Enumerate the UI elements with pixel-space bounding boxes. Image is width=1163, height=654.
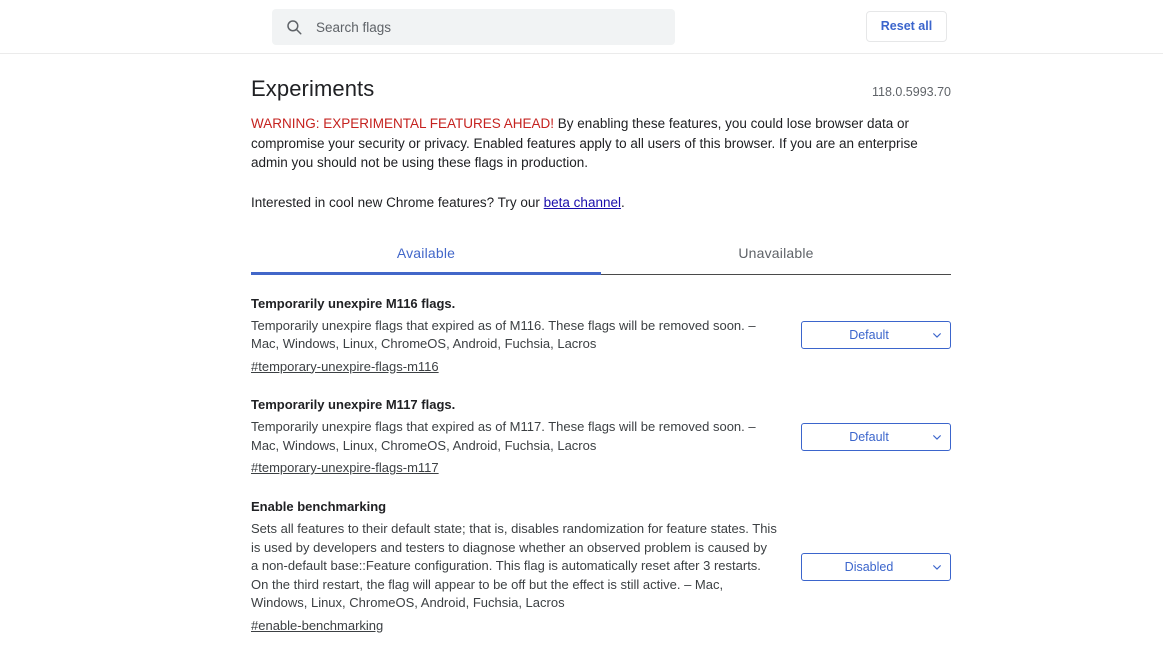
search-icon: [284, 17, 304, 37]
experimental-warning: WARNING: EXPERIMENTAL FEATURES AHEAD! By…: [251, 114, 951, 173]
search-field-container[interactable]: [272, 9, 675, 45]
flag-row: Temporarily unexpire M116 flags. Tempora…: [251, 275, 951, 377]
flag-permalink[interactable]: #enable-benchmarking: [251, 617, 383, 636]
flag-control: DefaultEnabledDisabled: [801, 552, 951, 581]
beta-suffix: .: [620, 194, 625, 210]
flag-select-wrapper[interactable]: DefaultEnabledDisabled: [801, 552, 951, 581]
flags-main: Experiments 118.0.5993.70 WARNING: EXPER…: [0, 54, 1163, 636]
beta-channel-link[interactable]: beta channel: [544, 195, 621, 210]
flag-state-select[interactable]: DefaultEnabledDisabled: [801, 552, 951, 581]
flag-row: Temporarily unexpire M117 flags. Tempora…: [251, 376, 951, 478]
flag-description: Temporarily unexpire flags that expired …: [251, 317, 756, 352]
flag-text-block: Temporarily unexpire M116 flags. Tempora…: [251, 295, 789, 377]
flag-row: Enable benchmarking Sets all features to…: [251, 478, 951, 636]
tab-available[interactable]: Available: [251, 237, 601, 274]
content-container: Experiments 118.0.5993.70 WARNING: EXPER…: [251, 54, 951, 636]
beta-intro-text: Interested in cool new Chrome features? …: [251, 194, 544, 210]
flag-description: Temporarily unexpire flags that expired …: [251, 419, 756, 453]
flag-description: Sets all features to their default state…: [251, 521, 777, 611]
flag-select-wrapper[interactable]: DefaultEnabledDisabled: [801, 321, 951, 350]
flags-list: Temporarily unexpire M116 flags. Tempora…: [251, 275, 951, 636]
version-number: 118.0.5993.70: [871, 85, 951, 99]
flag-permalink[interactable]: #temporary-unexpire-flags-m117: [251, 459, 439, 478]
flag-text-block: Enable benchmarking Sets all features to…: [251, 498, 789, 636]
reset-all-button[interactable]: Reset all: [866, 11, 947, 42]
search-input[interactable]: [316, 9, 663, 45]
tab-unavailable[interactable]: Unavailable: [601, 237, 951, 274]
flag-title: Enable benchmarking: [251, 499, 387, 515]
flag-title: Temporarily unexpire M116 flags.: [251, 295, 456, 311]
flag-state-select[interactable]: DefaultEnabledDisabled: [801, 321, 951, 350]
flag-select-wrapper[interactable]: DefaultEnabledDisabled: [801, 423, 951, 452]
flag-control: DefaultEnabledDisabled: [801, 423, 951, 452]
flag-title: Temporarily unexpire M117 flags.: [251, 397, 456, 413]
beta-channel-paragraph: Interested in cool new Chrome features? …: [251, 193, 951, 212]
page-title: Experiments: [251, 76, 375, 101]
flag-control: DefaultEnabledDisabled: [801, 321, 951, 350]
tabs-bar: Available Unavailable: [251, 237, 951, 275]
title-row: Experiments 118.0.5993.70: [251, 54, 951, 104]
flags-header: Reset all: [0, 0, 1163, 54]
warning-label: WARNING: EXPERIMENTAL FEATURES AHEAD!: [251, 116, 555, 131]
flag-permalink[interactable]: #temporary-unexpire-flags-m116: [251, 358, 439, 377]
flag-text-block: Temporarily unexpire M117 flags. Tempora…: [251, 396, 789, 478]
flag-state-select[interactable]: DefaultEnabledDisabled: [801, 423, 951, 452]
